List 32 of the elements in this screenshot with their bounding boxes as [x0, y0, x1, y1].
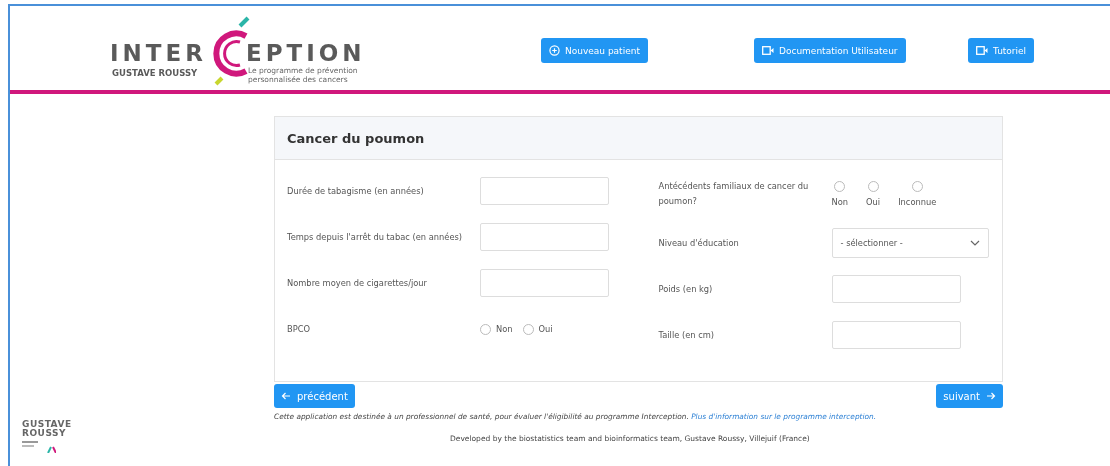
plus-circle-icon: [549, 45, 560, 56]
chevron-down-icon: [969, 240, 980, 246]
arrow-right-icon: [986, 392, 996, 400]
input-field[interactable]: [480, 177, 609, 205]
video-camera-icon: [976, 46, 988, 55]
radio-option[interactable]: Non: [831, 181, 849, 207]
logo-text: EPTION: [246, 40, 366, 66]
field-label: Niveau d'éducation: [658, 236, 740, 250]
field-label: Antécédents familiaux de cancer du poumon?: [658, 180, 810, 208]
logo-text: INTER: [110, 40, 207, 66]
field-label: BPCO: [287, 322, 312, 336]
radio-option[interactable]: Oui: [522, 323, 553, 335]
input-field[interactable]: [480, 223, 609, 251]
arrow-left-icon: [281, 392, 291, 400]
field-label: Temps depuis l'arrêt du tabac (en années): [287, 230, 464, 244]
video-camera-icon: [762, 46, 774, 55]
field-label: Poids (en kg): [658, 282, 714, 296]
select-dropdown[interactable]: - sélectionner -: [831, 228, 989, 258]
logo-mark-icon: [22, 441, 56, 453]
input-field[interactable]: [480, 269, 609, 297]
radio-option[interactable]: Non: [480, 323, 513, 335]
logo-text: ROUSSY: [22, 429, 67, 438]
field-label: Nombre moyen de cigarettes/jour: [287, 276, 428, 290]
input-field[interactable]: [831, 321, 961, 349]
logo-text: GUSTAVE: [22, 420, 73, 429]
brand-name: GUSTAVE ROUSSY: [112, 68, 198, 78]
radio-option[interactable]: Oui: [866, 181, 881, 207]
field-label: Durée de tabagisme (en années): [287, 184, 425, 198]
input-field[interactable]: [831, 275, 961, 303]
card-title: Cancer du poumon: [274, 116, 1003, 160]
field-label: Taille (en cm): [658, 328, 716, 342]
radio-option[interactable]: Inconnue: [898, 181, 937, 207]
